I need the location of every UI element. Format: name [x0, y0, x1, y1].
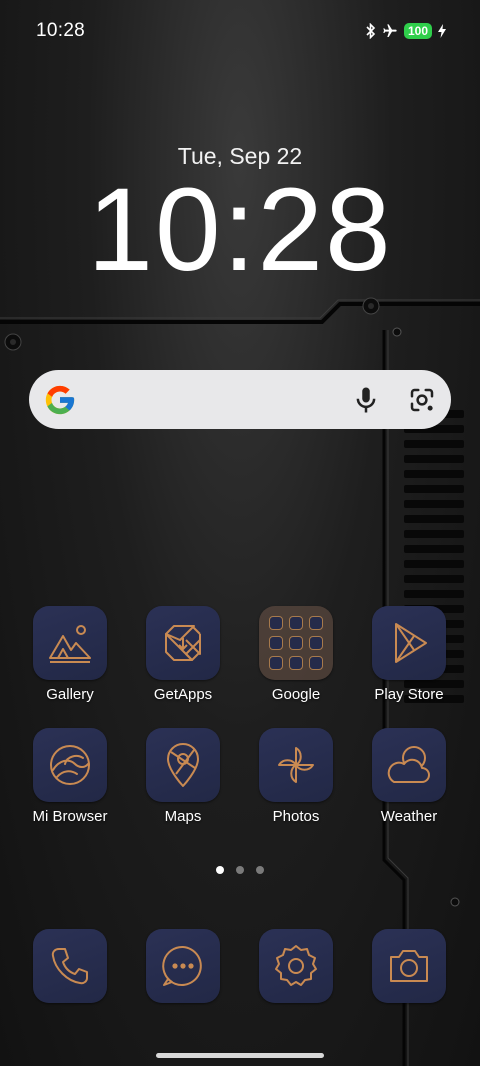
app-label: Maps: [164, 808, 202, 825]
folder-mini-icon: [269, 656, 283, 670]
weather-tile[interactable]: [372, 728, 446, 802]
status-time: 10:28: [36, 20, 86, 41]
folder-mini-icon: [269, 616, 283, 630]
camera-tile[interactable]: [372, 929, 446, 1003]
maps-tile[interactable]: [146, 728, 220, 802]
maps-icon: [167, 743, 199, 787]
folder-mini-icon: [269, 636, 283, 650]
getapps-tile[interactable]: [146, 606, 220, 680]
app-label: Photos: [272, 808, 320, 825]
play-store-tile[interactable]: [372, 606, 446, 680]
folder-mini-icon: [289, 656, 303, 670]
phone-icon: [51, 948, 88, 985]
settings-tile[interactable]: [259, 929, 333, 1003]
app-play-store[interactable]: Play Store: [353, 606, 465, 703]
app-weather[interactable]: Weather: [353, 728, 465, 825]
charging-icon: [438, 24, 446, 38]
photos-icon: [278, 747, 314, 783]
clock-text[interactable]: 10:28: [0, 170, 480, 290]
folder-mini-icon: [289, 616, 303, 630]
folder-mini-icon: [309, 636, 323, 650]
camera-icon: [390, 950, 428, 982]
lens-icon[interactable]: [407, 385, 437, 415]
app-getapps[interactable]: GetApps: [127, 606, 239, 703]
page-dot-active[interactable]: [216, 866, 224, 874]
phone-tile[interactable]: [33, 929, 107, 1003]
settings-icon: [275, 945, 317, 986]
messages-icon: [162, 945, 202, 986]
battery-badge: 100: [403, 23, 432, 39]
app-mi-browser[interactable]: Mi Browser: [14, 728, 126, 825]
app-label: GetApps: [153, 686, 213, 703]
google-search-bar[interactable]: [29, 370, 451, 429]
dock-phone[interactable]: [14, 929, 126, 1003]
google-logo-icon: [45, 385, 75, 414]
app-gallery[interactable]: Gallery: [14, 606, 126, 703]
dock-settings[interactable]: [240, 929, 352, 1003]
status-icons: 100: [366, 23, 446, 39]
page-indicator[interactable]: [0, 866, 480, 874]
app-maps[interactable]: Maps: [127, 728, 239, 825]
browser-icon: [50, 745, 90, 785]
app-label: Gallery: [46, 686, 94, 703]
weather-icon: [387, 746, 430, 783]
app-photos[interactable]: Photos: [240, 728, 352, 825]
folder-mini-icon: [309, 616, 323, 630]
app-label: Mi Browser: [32, 808, 108, 825]
play-store-icon: [395, 623, 427, 663]
gallery-icon: [49, 625, 91, 663]
browser-tile[interactable]: [33, 728, 107, 802]
dock-camera[interactable]: [353, 929, 465, 1003]
getapps-icon: [165, 625, 201, 661]
app-label: Weather: [380, 808, 438, 825]
dock-messages[interactable]: [127, 929, 239, 1003]
home-indicator[interactable]: [156, 1053, 324, 1058]
folder-mini-icon: [289, 636, 303, 650]
gallery-tile[interactable]: [33, 606, 107, 680]
mic-icon[interactable]: [351, 385, 381, 415]
bluetooth-icon: [366, 23, 376, 39]
page-dot[interactable]: [256, 866, 264, 874]
app-label: Play Store: [374, 686, 444, 703]
page-dot[interactable]: [236, 866, 244, 874]
photos-tile[interactable]: [259, 728, 333, 802]
status-bar: 10:28 100: [0, 0, 480, 62]
folder-mini-icon: [309, 656, 323, 670]
app-google-folder[interactable]: Google: [240, 606, 352, 703]
airplane-icon: [383, 24, 397, 37]
google-folder-tile[interactable]: [259, 606, 333, 680]
app-label: Google: [271, 686, 321, 703]
messages-tile[interactable]: [146, 929, 220, 1003]
